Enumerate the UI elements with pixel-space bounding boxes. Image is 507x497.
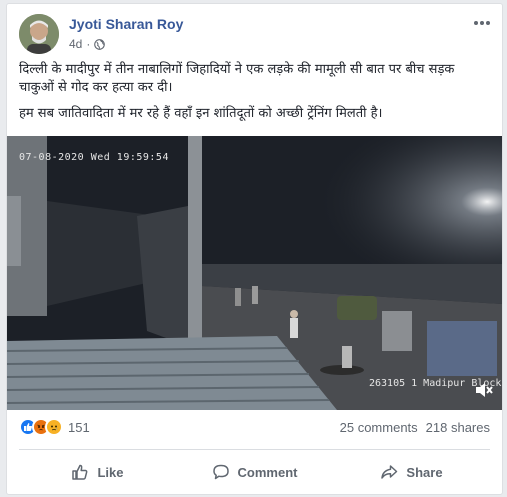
comment-icon xyxy=(212,464,229,480)
post-time[interactable]: 4d xyxy=(69,37,82,51)
post-meta: 4d · xyxy=(69,37,106,51)
shares-count[interactable]: 218 shares xyxy=(426,420,490,435)
comment-button[interactable]: Comment xyxy=(176,456,333,488)
cctv-frame xyxy=(7,136,502,410)
post-header: Jyoti Sharan Roy 4d · xyxy=(19,14,492,56)
like-button[interactable]: Like xyxy=(19,456,176,488)
post-paragraph-2: हम सब जातिवादिता में मर रहे हैं वहाँ इन … xyxy=(19,106,383,121)
like-label: Like xyxy=(97,464,124,480)
avatar[interactable] xyxy=(19,14,59,54)
thumbs-up-icon xyxy=(72,464,88,480)
author-name[interactable]: Jyoti Sharan Roy xyxy=(69,16,183,32)
post-card: Jyoti Sharan Roy 4d · दिल्ली के मादीपुर … xyxy=(6,3,503,495)
share-button[interactable]: Share xyxy=(333,456,490,488)
comment-label: Comment xyxy=(237,464,298,480)
share-arrow-icon xyxy=(381,465,398,479)
more-options-icon[interactable] xyxy=(472,16,492,30)
globe-icon xyxy=(94,38,106,50)
mute-icon[interactable] xyxy=(474,380,494,400)
post-text: दिल्ली के मादीपुर में तीन नाबालिगों जिहा… xyxy=(19,61,490,131)
separator-dot: · xyxy=(86,37,91,51)
post-paragraph-1: दिल्ली के मादीपुर में तीन नाबालिगों जिहा… xyxy=(19,62,455,95)
divider xyxy=(19,449,490,450)
reactions-summary[interactable]: 151 xyxy=(19,418,90,436)
video-timestamp: 07-08-2020 Wed 19:59:54 xyxy=(19,152,169,163)
share-label: Share xyxy=(406,464,443,480)
comments-count[interactable]: 25 comments xyxy=(340,420,418,435)
post-video[interactable]: 07-08-2020 Wed 19:59:54 263105 1 Madipur… xyxy=(7,136,502,410)
reaction-count[interactable]: 151 xyxy=(68,420,90,435)
engagement-counts: 25 comments 218 shares xyxy=(340,420,490,435)
action-bar: Like Comment Share xyxy=(19,456,490,488)
sad-reaction-icon xyxy=(45,418,63,436)
post-stats: 151 25 comments 218 shares xyxy=(19,418,490,440)
